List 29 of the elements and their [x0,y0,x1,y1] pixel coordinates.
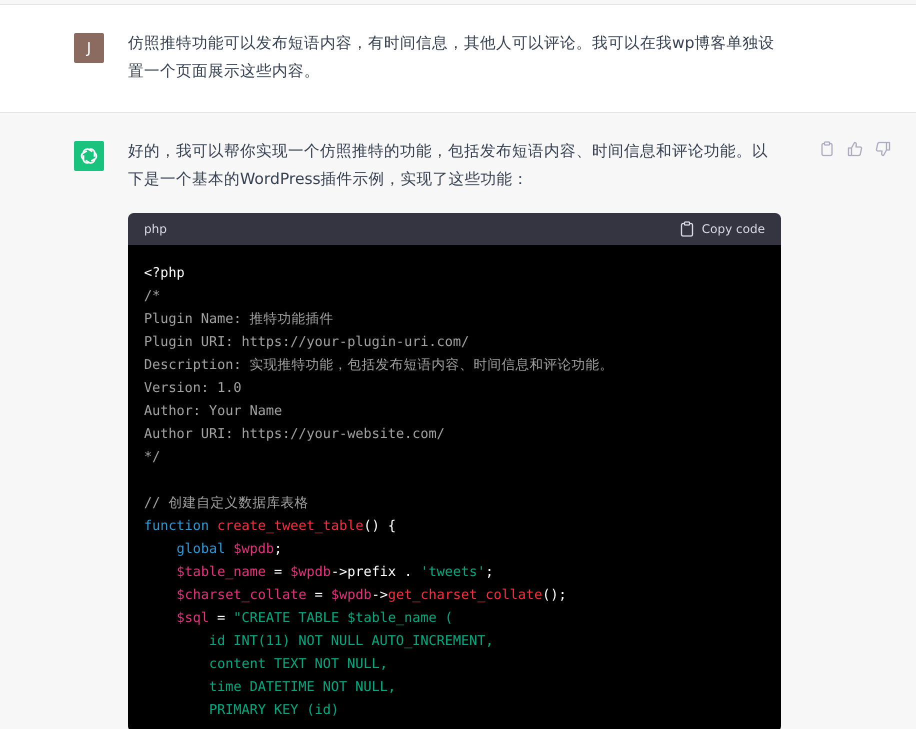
clipboard-icon [680,221,694,237]
code-line: time DATETIME NOT NULL, [209,678,397,697]
code-line: // 创建自定义数据库表格 [144,494,310,513]
code-line: $sql = "CREATE TABLE $table_name ( [176,609,454,628]
code-line: content TEXT NOT NULL, [209,655,389,674]
code-line: Author: Your Name [144,402,284,421]
code-line: <?php [144,264,186,283]
user-avatar: J [74,33,104,63]
thumbs-up-icon[interactable] [847,141,863,157]
assistant-logo-icon [74,141,104,171]
copy-code-button[interactable]: Copy code [680,221,765,237]
thumbs-down-icon[interactable] [875,141,891,157]
code-line: /* [144,287,162,306]
code-language-label: php [144,222,167,236]
assistant-message-text: 好的，我可以帮你实现一个仿照推特的功能，包括发布短语内容、时间信息和评论功能。以下是一个基本的WordPress插件示例，实现了这些功能： [128,141,769,190]
code-line: $table_name = $wpdb->prefix . 'tweets'; [176,563,495,582]
code-line: $charset_collate = $wpdb->get_charset_collate(); [176,586,568,605]
code-line: Plugin URI: https://your-plugin-uri.com/ [144,333,470,352]
code-line: PRIMARY KEY (id) [209,701,340,720]
code-line: Version: 1.0 [144,379,243,398]
code-line: function create_tweet_table() { [144,517,397,536]
user-message-text: 仿照推特功能可以发布短语内容，有时间信息，其他人可以评论。我可以在我wp博客单独设置一个页面展示这些内容。 [128,33,776,82]
code-line: id INT(11) NOT NULL AUTO_INCREMENT, [209,632,494,651]
code-line: Description: 实现推特功能，包括发布短语内容、时间信息和评论功能。 [144,356,615,375]
code-line: global $wpdb; [176,540,284,559]
clipboard-icon[interactable] [819,141,835,157]
code-line: Author URI: https://your-website.com/ [144,425,446,444]
code-line: */ [144,448,162,467]
code-line: Plugin Name: 推特功能插件 [144,310,335,329]
